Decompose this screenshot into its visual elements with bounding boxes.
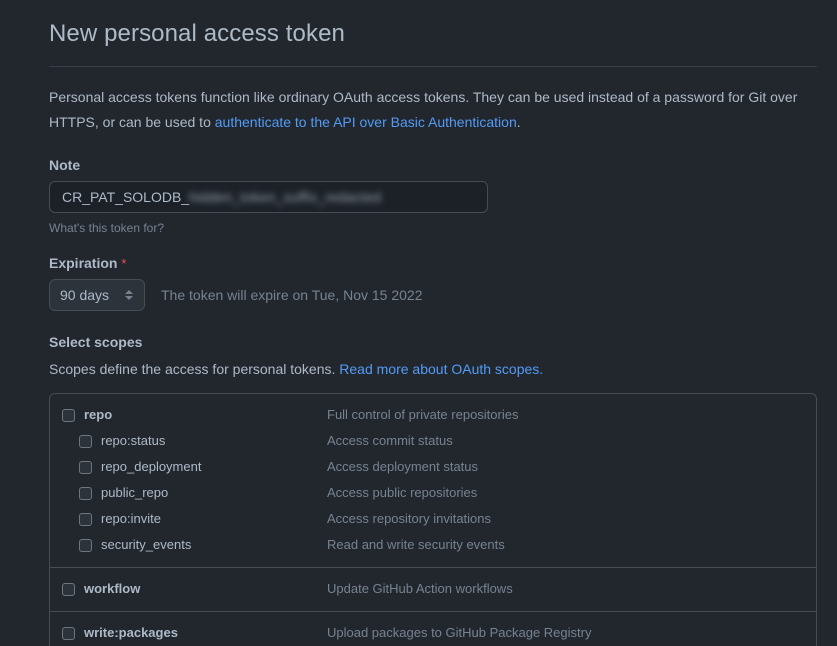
title-divider xyxy=(49,66,817,67)
chevron-up-down-icon xyxy=(124,288,134,302)
scope-description: Update GitHub Action workflows xyxy=(327,581,513,596)
scope-name: repo:invite xyxy=(101,511,161,526)
scope-group: write:packages Upload packages to GitHub … xyxy=(50,611,816,646)
scope-description: Access deployment status xyxy=(327,459,479,474)
scope-row-workflow[interactable]: workflow Update GitHub Action workflows xyxy=(50,576,816,602)
scope-row-repo-invite[interactable]: repo:invite Access repository invitations xyxy=(50,506,816,532)
note-helper-text: What's this token for? xyxy=(49,221,165,235)
checkbox-public-repo[interactable] xyxy=(79,486,92,500)
oauth-scopes-link[interactable]: Read more about OAuth scopes. xyxy=(339,361,543,377)
expiration-note: The token will expire on Tue, Nov 15 202… xyxy=(161,287,423,303)
scope-row-repo-deployment[interactable]: repo_deployment Access deployment status xyxy=(50,454,816,480)
scope-name: repo xyxy=(84,407,113,422)
scope-name: write:packages xyxy=(84,625,178,640)
note-label: Note xyxy=(49,157,81,173)
new-personal-access-token-page: New personal access token Personal acces… xyxy=(0,0,837,646)
expiration-selected-value: 90 days xyxy=(60,287,110,303)
checkbox-repo-status[interactable] xyxy=(79,434,92,448)
scope-name: public_repo xyxy=(101,485,169,500)
checkbox-security-events[interactable] xyxy=(79,538,92,552)
scope-description: Access commit status xyxy=(327,433,453,448)
scope-description: Access repository invitations xyxy=(327,511,492,526)
intro-text-after: . xyxy=(516,114,521,130)
scope-description: Read and write security events xyxy=(327,537,505,552)
scope-name: workflow xyxy=(84,581,141,596)
select-scopes-heading: Select scopes xyxy=(49,334,143,350)
required-asterisk: * xyxy=(121,256,127,271)
checkbox-workflow[interactable] xyxy=(62,582,75,596)
scope-row-security-events[interactable]: security_events Read and write security e… xyxy=(50,532,816,558)
expiration-select[interactable]: 90 days xyxy=(49,279,145,311)
scope-description: Upload packages to GitHub Package Regist… xyxy=(327,625,592,640)
scope-row-write-packages[interactable]: write:packages Upload packages to GitHub … xyxy=(50,620,816,646)
scope-description: Access public repositories xyxy=(327,485,478,500)
scope-panel: repo Full control of private repositories… xyxy=(49,393,817,646)
scope-group: repo Full control of private repositories… xyxy=(50,394,816,567)
checkbox-repo-deployment[interactable] xyxy=(79,460,92,474)
intro-paragraph: Personal access tokens function like ord… xyxy=(49,85,809,135)
scope-row-repo[interactable]: repo Full control of private repositories xyxy=(50,402,816,428)
page-title: New personal access token xyxy=(49,20,345,47)
scope-row-public-repo[interactable]: public_repo Access public repositories xyxy=(50,480,816,506)
scope-name: repo:status xyxy=(101,433,166,448)
expiration-label-text: Expiration xyxy=(49,255,118,271)
checkbox-repo-invite[interactable] xyxy=(79,512,92,526)
scope-description: Full control of private repositories xyxy=(327,407,519,422)
note-field-wrapper: CR_PAT_SOLODB_hidden_token_suffix_redact… xyxy=(49,181,488,213)
expiration-row: 90 days The token will expire on Tue, No… xyxy=(49,279,817,311)
scope-name: repo_deployment xyxy=(101,459,202,474)
scope-row-repo-status[interactable]: repo:status Access commit status xyxy=(50,428,816,454)
basic-authentication-link[interactable]: authenticate to the API over Basic Authe… xyxy=(215,114,517,130)
scopes-description: Scopes define the access for personal to… xyxy=(49,360,817,378)
scopes-description-text: Scopes define the access for personal to… xyxy=(49,361,340,377)
expiration-label: Expiration * xyxy=(49,255,817,272)
checkbox-write-packages[interactable] xyxy=(62,626,75,640)
scope-group: workflow Update GitHub Action workflows xyxy=(50,567,816,611)
checkbox-repo[interactable] xyxy=(62,408,75,422)
scope-name: security_events xyxy=(101,537,192,552)
note-input[interactable] xyxy=(49,181,488,213)
